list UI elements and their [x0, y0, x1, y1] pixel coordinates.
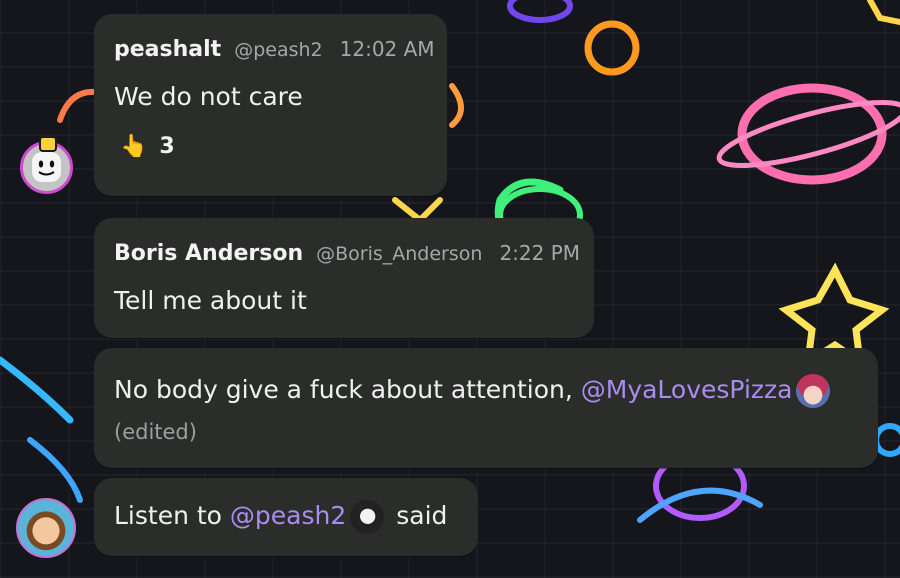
message-text-prefix: Listen to [114, 501, 230, 530]
message-text: No body give a fuck about attention, @My… [114, 374, 834, 408]
user-mention[interactable]: @peash2 [230, 501, 346, 530]
reaction-pill[interactable]: 👆 3 [120, 134, 175, 159]
mention-avatar-icon [796, 374, 831, 408]
mention-avatar-icon [350, 500, 385, 534]
message-handle[interactable]: @Boris_Anderson [316, 243, 482, 265]
message-text: Tell me about it [114, 286, 307, 315]
message-handle[interactable]: @peash2 [234, 39, 322, 61]
reaction-count: 3 [159, 134, 175, 159]
user-avatar[interactable] [16, 498, 76, 558]
message-text: Listen to @peash2 said [114, 500, 447, 534]
message-text-prefix: No body give a fuck about attention, [114, 375, 581, 404]
avatar-badge-icon [39, 136, 57, 152]
pointing-up-hand-icon: 👆 [120, 134, 148, 159]
message-text-suffix: said [388, 501, 448, 530]
message-bubble[interactable]: Listen to @peash2 said [94, 478, 478, 556]
message-text: We do not care [114, 82, 303, 111]
message-bubble[interactable]: peashalt @peash2 12:02 AM We do not care… [94, 14, 447, 196]
edited-label: (edited) [114, 420, 197, 444]
message-author[interactable]: Boris Anderson [114, 241, 303, 266]
message-author[interactable]: peashalt [114, 37, 221, 62]
message-timestamp: 2:22 PM [499, 241, 581, 265]
message-timestamp: 12:02 AM [339, 37, 435, 61]
message-bubble[interactable]: No body give a fuck about attention, @My… [94, 348, 878, 468]
user-mention[interactable]: @MyaLovesPizza [581, 375, 793, 404]
message-bubble[interactable]: Boris Anderson @Boris_Anderson 2:22 PM T… [94, 218, 594, 338]
